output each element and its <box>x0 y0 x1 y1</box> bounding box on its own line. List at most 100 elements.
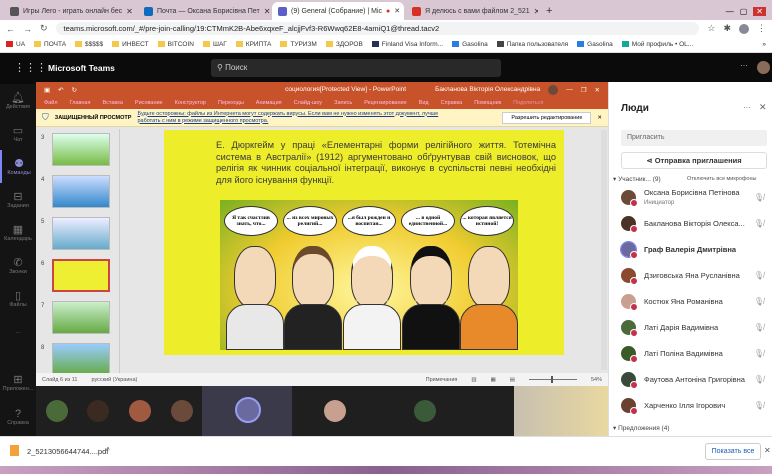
ribbon-tab[interactable]: Запись <box>334 100 352 106</box>
speaking-participant-avatar[interactable] <box>235 397 261 423</box>
reload-icon[interactable]: ↻ <box>40 23 48 34</box>
bookmark[interactable]: КРИПТА <box>235 41 271 48</box>
ribbon-tab[interactable]: Вид <box>419 100 429 106</box>
browser-tab[interactable]: Я делюсь с вами файлом 2_521 ✕ <box>406 2 538 20</box>
more-icon[interactable]: ··· <box>740 61 748 70</box>
close-tab-icon[interactable]: ✕ <box>534 7 538 16</box>
ribbon-tab[interactable]: Помощник <box>474 100 501 106</box>
user-avatar[interactable] <box>757 61 770 74</box>
bookmark[interactable]: Gasolina <box>452 41 488 48</box>
bookmark[interactable]: UA <box>6 41 25 48</box>
ribbon-tab[interactable]: Слайд-шоу <box>294 100 323 106</box>
ribbon-tab[interactable]: Справка <box>441 100 463 106</box>
slide-sorter-icon[interactable]: ▦ <box>491 377 496 383</box>
ribbon-tab[interactable]: Конструктор <box>175 100 206 106</box>
rail-more[interactable]: ... <box>0 315 36 348</box>
participant-row[interactable]: Оксана Борисівна Петінова Инициатор 🎙︎̸ <box>621 184 764 210</box>
close-window-icon[interactable]: ✕ <box>753 7 766 16</box>
show-all-button[interactable]: Показать все <box>705 443 761 460</box>
minimize-icon[interactable]: — <box>566 86 573 93</box>
slide-thumbnail[interactable] <box>52 133 110 166</box>
participant-row[interactable]: Латі Поліна Вадимівна 🎙︎̸ <box>621 340 764 366</box>
bookmark[interactable]: Gasolina <box>577 41 613 48</box>
bookmark[interactable]: Finland Visa Inform... <box>371 41 443 48</box>
vertical-scrollbar[interactable] <box>601 130 607 370</box>
slide-thumbnail[interactable] <box>52 175 110 208</box>
participants-section-toggle[interactable]: ▾ Участник... (9) <box>613 175 661 183</box>
enable-editing-button[interactable]: Разрешить редактирование <box>502 111 592 124</box>
rail-assignments[interactable]: ⊟ Задания <box>0 183 36 216</box>
close-panel-icon[interactable]: ✕ <box>759 102 767 113</box>
bookmark[interactable]: BITCOIN <box>157 41 194 48</box>
slide-thumbnail[interactable] <box>52 343 110 376</box>
participant-row[interactable]: Фаутова Антоніна Григорівна 🎙︎̸ <box>621 366 764 392</box>
notes-button[interactable]: Примечания <box>426 377 458 383</box>
close-icon[interactable]: ✕ <box>597 115 602 121</box>
search-input[interactable]: ⚲ Поиск <box>211 59 501 77</box>
ribbon-tab[interactable]: Файл <box>44 100 58 106</box>
rail-teams[interactable]: ⚉ Команды <box>0 150 36 183</box>
participant-avatar[interactable] <box>46 400 68 422</box>
participant-avatar[interactable] <box>129 400 151 422</box>
browser-tab-active[interactable]: (9) General (Собрание) | Mic ● ✕ <box>272 2 404 20</box>
ribbon-tab[interactable]: Поделиться <box>513 100 543 106</box>
rail-files[interactable]: ▯ Файлы <box>0 282 36 315</box>
reading-view-icon[interactable]: ▤ <box>510 377 515 383</box>
share-invite-button[interactable]: ⋖ Отправка приглашения <box>621 152 767 169</box>
back-icon[interactable]: ← <box>6 24 15 34</box>
redo-icon[interactable]: ↻ <box>72 86 77 94</box>
maximize-icon[interactable]: ▢ <box>740 7 748 16</box>
bookmark[interactable]: ПОЧТА <box>34 41 66 48</box>
slide-thumbnail[interactable] <box>52 301 110 334</box>
minimize-icon[interactable]: — <box>726 7 734 16</box>
rail-chat[interactable]: ▭ Чат <box>0 117 36 150</box>
browser-tab[interactable]: Почта — Оксана Борисівна Пет ✕ <box>138 2 270 20</box>
rail-calls[interactable]: ✆ Звонки <box>0 249 36 282</box>
chevron-up-icon[interactable]: ^ <box>106 446 110 455</box>
participant-avatar[interactable] <box>324 400 346 422</box>
bookmark[interactable]: ИНВЕСТ <box>112 41 149 48</box>
ribbon-tab[interactable]: Главная <box>70 100 91 106</box>
participant-row[interactable]: Латі Дарія Вадимівна 🎙︎̸ <box>621 314 764 340</box>
close-tab-icon[interactable]: ✕ <box>126 7 133 16</box>
close-icon[interactable]: ✕ <box>764 446 771 455</box>
save-icon[interactable]: ▣ <box>44 86 50 94</box>
normal-view-icon[interactable]: ▥ <box>471 377 476 383</box>
new-tab-button[interactable]: + <box>540 2 560 20</box>
menu-icon[interactable]: ⋮ <box>757 23 766 34</box>
invite-input[interactable]: Пригласить <box>621 130 767 146</box>
participant-row[interactable]: Харченко Ілля Ігорович 🎙︎̸ <box>621 392 764 418</box>
protected-view-message[interactable]: Будьте осторожны: файлы из Интернета мог… <box>137 111 457 125</box>
bookmark[interactable]: Папка пользователя <box>496 41 568 48</box>
participant-avatar[interactable] <box>414 400 436 422</box>
rail-calendar[interactable]: ▦ Календарь <box>0 216 36 249</box>
participant-avatar[interactable] <box>171 400 193 422</box>
rail-help[interactable]: ? Справка <box>0 400 36 433</box>
participant-row[interactable]: Бакланова Вікторія Олекса... 🎙︎̸ <box>621 210 764 236</box>
browser-tab[interactable]: Игры Лего - играть онлайн бес ✕ <box>4 2 136 20</box>
app-launcher-icon[interactable]: ⋮⋮⋮ <box>14 61 47 74</box>
mute-all-button[interactable]: Отключить все микрофоны <box>687 176 756 182</box>
close-tab-icon[interactable]: ✕ <box>264 7 270 16</box>
ribbon-tab[interactable]: Переходы <box>218 100 244 106</box>
profile-avatar[interactable] <box>739 23 749 34</box>
url-input[interactable]: teams.microsoft.com/_#/pre-join-calling/… <box>55 22 700 35</box>
rail-apps[interactable]: ⊞ Приложен... <box>0 366 36 399</box>
bookmark[interactable]: Мой профиль • OL... <box>621 41 693 48</box>
bookmark[interactable]: ТУРИЗМ <box>280 41 317 48</box>
extensions-icon[interactable]: ✱ <box>723 23 731 34</box>
rail-activity[interactable]: 🔔︎ Действия <box>0 84 36 117</box>
close-icon[interactable]: ✕ <box>595 86 600 94</box>
more-bookmarks-icon[interactable]: » <box>762 41 766 48</box>
ribbon-tab[interactable]: Рецензирование <box>364 100 406 106</box>
current-slide[interactable]: Е. Дюркгейм у праці «Елементарні форми р… <box>164 130 564 355</box>
ribbon-tab[interactable]: Рисование <box>135 100 163 106</box>
participant-row[interactable]: Граф Валерія Дмитрівна <box>620 236 764 262</box>
close-tab-icon[interactable]: ✕ <box>394 7 400 15</box>
ribbon-tab[interactable]: Вставка <box>102 100 122 106</box>
slide-thumbnail[interactable] <box>52 217 110 250</box>
more-options-icon[interactable]: ··· <box>743 103 751 112</box>
suggestions-section-toggle[interactable]: ▾ Предложения (4) <box>613 424 670 432</box>
star-icon[interactable]: ☆ <box>707 23 715 34</box>
forward-icon[interactable]: → <box>23 24 32 34</box>
